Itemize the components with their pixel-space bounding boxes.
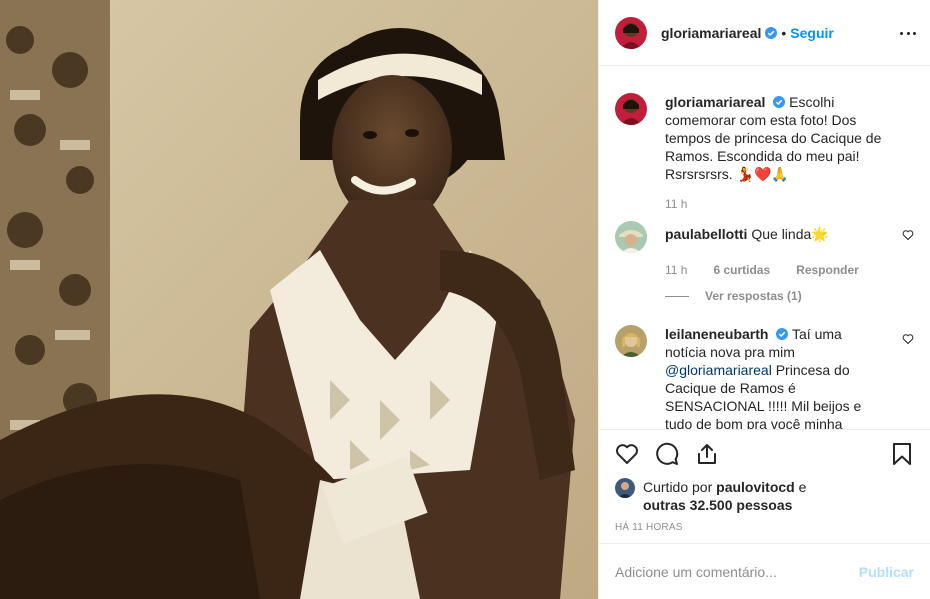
commenter-avatar[interactable] (615, 221, 647, 253)
comment-body: Que linda🌟 (751, 226, 829, 242)
caption: gloriamariareal Escolhi comemorar com es… (615, 93, 914, 183)
heart-icon[interactable] (902, 229, 914, 241)
caption-username[interactable]: gloriamariareal (665, 94, 765, 110)
liked-by-text: Curtido por paulovitocd e outras 32.500 … (643, 478, 806, 514)
liked-by-user[interactable]: paulovitocd (716, 479, 795, 495)
post-photo[interactable] (0, 0, 598, 599)
heart-icon[interactable] (615, 442, 639, 466)
reply-button[interactable]: Responder (796, 263, 859, 277)
bookmark-icon[interactable] (890, 442, 914, 466)
view-replies-label: Ver respostas (1) (705, 289, 802, 303)
comment-input[interactable] (615, 563, 859, 580)
comment-text: leilaneneubarth Taí uma notícia nova pra… (665, 325, 885, 429)
comment-meta: 11 h 6 curtidas Responder (665, 263, 914, 277)
vintage-portrait-image (0, 0, 598, 599)
post-side-panel: gloriamariareal • Seguir gloriamariareal… (598, 0, 930, 599)
comment-time[interactable]: 11 h (665, 263, 687, 277)
liked-by-prefix: Curtido por (643, 479, 717, 495)
replies-divider (665, 295, 689, 297)
commenter-avatar[interactable] (615, 325, 647, 357)
comment-username[interactable]: paulabellotti (665, 226, 747, 242)
comment-text: paulabellotti Que linda🌟 (665, 225, 885, 253)
post-header: gloriamariareal • Seguir (599, 0, 930, 66)
author-username[interactable]: gloriamariareal (661, 25, 761, 41)
comment-item: leilaneneubarth Taí uma notícia nova pra… (615, 325, 914, 429)
caption-time[interactable]: 11 h (665, 197, 687, 211)
separator-dot: • (781, 24, 787, 41)
publish-button[interactable]: Publicar (859, 564, 914, 580)
heart-icon[interactable] (902, 333, 914, 345)
mention-link[interactable]: @gloriamariareal (665, 362, 772, 378)
author-avatar[interactable] (615, 16, 647, 49)
liked-by-others[interactable]: outras 32.500 pessoas (643, 497, 792, 513)
comment-item: paulabellotti Que linda🌟 (615, 221, 914, 253)
comment-likes[interactable]: 6 curtidas (713, 263, 770, 277)
caption-text: gloriamariareal Escolhi comemorar com es… (665, 93, 885, 183)
verified-badge-icon (776, 328, 789, 340)
verified-badge-icon (773, 96, 786, 108)
liked-by: Curtido por paulovitocd e outras 32.500 … (615, 478, 914, 514)
post-timestamp[interactable]: HÁ 11 HORAS (615, 522, 914, 533)
view-replies-button[interactable]: Ver respostas (1) (665, 289, 914, 303)
verified-badge-icon (765, 26, 778, 39)
comment-username[interactable]: leilaneneubarth (665, 326, 768, 342)
share-icon[interactable] (695, 442, 719, 466)
follow-button[interactable]: Seguir (790, 25, 834, 41)
liker-avatar[interactable] (615, 478, 635, 498)
liked-by-suffix: e (794, 479, 807, 495)
comment-icon[interactable] (655, 442, 679, 466)
add-comment-bar: Publicar (599, 543, 930, 599)
caption-meta: 11 h (665, 197, 914, 211)
comments-list[interactable]: gloriamariareal Escolhi comemorar com es… (599, 67, 930, 429)
caption-avatar[interactable] (615, 93, 647, 125)
action-icons (615, 430, 914, 478)
instagram-post: gloriamariareal • Seguir gloriamariareal… (0, 0, 930, 599)
post-actions: Curtido por paulovitocd e outras 32.500 … (599, 429, 930, 533)
more-options-icon[interactable] (900, 25, 916, 41)
